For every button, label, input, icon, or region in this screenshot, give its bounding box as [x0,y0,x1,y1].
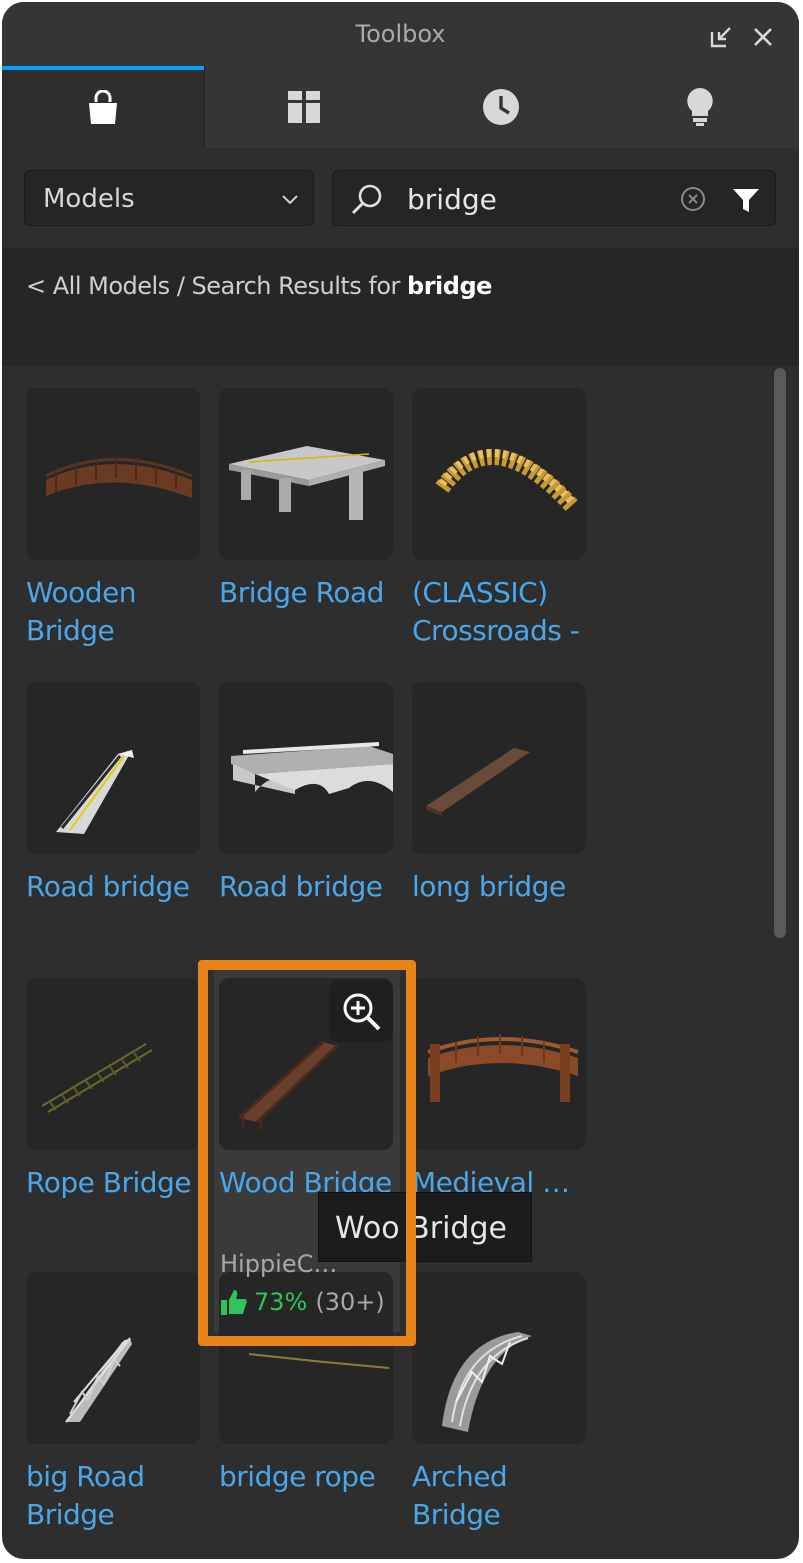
lightbulb-icon [686,88,713,126]
breadcrumb-bar: < All Models / Search Results for bridge [2,248,799,366]
clear-search-icon[interactable] [679,185,707,213]
category-dropdown[interactable]: Models [24,170,314,226]
breadcrumb-prefix[interactable]: < All Models / Search Results for [26,272,407,300]
tab-marketplace[interactable] [2,66,204,148]
tab-recent[interactable] [402,66,600,148]
result-thumbnail[interactable] [412,1272,586,1444]
result-name[interactable]: Road bridge [219,868,395,906]
result-name[interactable]: Road bridge [26,868,202,906]
result-name[interactable]: Arched Bridge [412,1458,588,1534]
tab-creations[interactable] [600,66,799,148]
tab-bar [2,66,799,148]
result-name[interactable]: (CLASSIC) Crossroads - [412,574,588,650]
close-icon[interactable] [748,22,778,52]
shopping-bag-icon [89,90,117,124]
tab-inventory[interactable] [204,66,402,148]
toolbox-window: Toolbox Models bridge < All Models / Sea… [2,2,799,1559]
search-input[interactable] [407,179,657,219]
result-thumbnail[interactable] [219,388,393,560]
category-dropdown-value: Models [43,184,135,214]
clock-icon [483,89,519,125]
filter-icon[interactable] [731,185,761,215]
result-thumbnail[interactable] [412,978,586,1150]
result-name[interactable]: bridge rope [219,1458,395,1496]
result-thumbnail[interactable] [412,388,586,560]
result-thumbnail[interactable] [26,388,200,560]
undock-icon[interactable] [706,22,736,52]
window-title: Toolbox [355,20,446,48]
title-bar: Toolbox [2,2,799,66]
breadcrumb[interactable]: < All Models / Search Results for bridge [26,272,492,300]
result-name[interactable]: Wooden Bridge [26,574,202,650]
result-name[interactable]: big Road Bridge [26,1458,202,1534]
result-thumbnail[interactable] [219,682,393,854]
result-name[interactable]: Bridge Road [219,574,395,612]
breadcrumb-term: bridge [407,272,492,300]
grid-icon [287,91,320,123]
result-name[interactable]: Rope Bridge [26,1164,202,1202]
scrollbar-thumb[interactable] [774,368,786,938]
search-controls: Models [2,148,799,248]
result-thumbnail[interactable] [26,682,200,854]
chevron-down-icon [282,195,298,205]
search-box[interactable] [332,170,776,226]
selection-highlight [198,960,416,1346]
result-thumbnail[interactable] [26,978,200,1150]
result-name[interactable]: long bridge [412,868,588,906]
result-thumbnail[interactable] [26,1272,200,1444]
result-thumbnail[interactable] [412,682,586,854]
search-icon [351,184,382,215]
